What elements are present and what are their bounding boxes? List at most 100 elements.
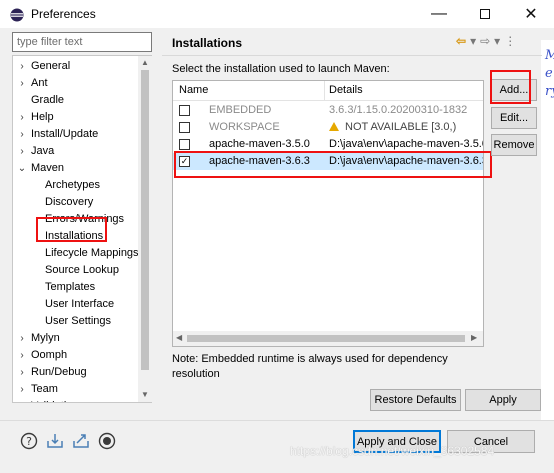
chevron-right-icon[interactable]: ›: [17, 347, 27, 364]
chevron-right-icon[interactable]: ›: [17, 330, 27, 347]
eclipse-app-icon: [10, 8, 24, 22]
help-icon[interactable]: ?: [20, 432, 38, 450]
preferences-tree: › General › Ant Gradle › Help › Install/Update › J…: [12, 55, 152, 403]
footer-divider: [0, 420, 554, 421]
tree-item-install-update[interactable]: › Install/Update: [17, 126, 98, 143]
tree-item-templates[interactable]: Templates: [43, 279, 96, 296]
maximize-icon: [480, 9, 490, 19]
installation-name: EMBEDDED: [209, 104, 272, 116]
tree-item-label: Archetypes: [45, 179, 101, 191]
maximize-button[interactable]: [462, 0, 508, 28]
tree-scrollbar[interactable]: ▲ ▼: [138, 56, 152, 402]
tree-item-discovery[interactable]: Discovery: [43, 194, 94, 211]
add-button[interactable]: Add...: [491, 79, 537, 101]
scroll-up-icon[interactable]: ▲: [141, 58, 149, 67]
tree-item-ant[interactable]: › Ant: [17, 75, 47, 92]
nav-toolbar: ⇦ ▾ ⇨ ▾ ⋮: [456, 34, 516, 48]
tree-item-team[interactable]: › Team: [17, 381, 58, 398]
tree-scroll-thumb[interactable]: [141, 70, 149, 370]
filter-field[interactable]: [12, 32, 152, 52]
tree-item-user-interface[interactable]: User Interface: [43, 296, 114, 313]
tree-item-archetypes[interactable]: Archetypes: [43, 177, 101, 194]
apply-button[interactable]: Apply: [465, 389, 541, 411]
tree-item-label: Gradle: [31, 94, 65, 106]
tree-item-errors-warnings[interactable]: Errors/Warnings: [43, 211, 125, 228]
installation-details-text: D:\java\env\apache-maven-3.5.0: [329, 138, 483, 150]
back-dropdown-icon[interactable]: ▾: [470, 34, 476, 48]
chevron-right-icon[interactable]: ›: [17, 364, 27, 381]
checkbox[interactable]: [179, 139, 190, 150]
table-row[interactable]: ✓ apache-maven-3.6.3 D:\java\env\apache-ma…: [173, 153, 483, 170]
close-button[interactable]: ✕: [508, 0, 554, 28]
tree-item-general[interactable]: › General: [17, 58, 70, 75]
tree-item-label: Errors/Warnings: [45, 213, 125, 225]
record-icon[interactable]: [98, 432, 116, 450]
checkbox[interactable]: [179, 122, 190, 133]
title-bar: Preferences — ✕: [0, 0, 554, 28]
back-arrow-icon[interactable]: ⇦: [456, 34, 466, 48]
tree-item-label: Install/Update: [31, 128, 99, 140]
title-separator: [162, 55, 542, 56]
scroll-right-icon[interactable]: ▶: [471, 333, 477, 342]
tree-item-gradle[interactable]: Gradle: [17, 92, 64, 109]
chevron-right-icon[interactable]: ›: [17, 381, 27, 398]
export-icon[interactable]: [72, 432, 90, 450]
restore-defaults-button[interactable]: Restore Defaults: [370, 389, 461, 411]
remove-button[interactable]: Remove: [491, 134, 537, 156]
forward-arrow-icon[interactable]: ⇨: [480, 34, 490, 48]
close-icon: ✕: [524, 6, 538, 23]
table-row[interactable]: apache-maven-3.5.0 D:\java\env\apache-mav…: [173, 136, 483, 153]
window-title: Preferences: [31, 7, 96, 21]
warning-icon: [329, 122, 339, 131]
tree-item-label: Discovery: [45, 196, 94, 208]
tree-item-run-debug[interactable]: › Run/Debug: [17, 364, 86, 381]
tree-item-help[interactable]: › Help: [17, 109, 53, 126]
edit-button[interactable]: Edit...: [491, 107, 537, 129]
minimize-button[interactable]: —: [416, 0, 462, 28]
column-name-header[interactable]: Name: [179, 84, 208, 96]
tree-item-maven[interactable]: ⌄ Maven: [17, 160, 64, 177]
tree-item-installations[interactable]: Installations: [43, 228, 104, 245]
tree-item-label: Oomph: [31, 349, 68, 361]
checkbox-checked[interactable]: ✓: [179, 156, 190, 167]
table-scroll-thumb[interactable]: [187, 335, 465, 342]
scroll-left-icon[interactable]: ◀: [176, 333, 182, 342]
installation-name: WORKSPACE: [209, 121, 280, 133]
tree-item-source-lookup[interactable]: Source Lookup: [43, 262, 119, 279]
installation-name: apache-maven-3.5.0: [209, 138, 310, 150]
tree-item-validation[interactable]: › Validation: [17, 398, 78, 402]
checkbox[interactable]: [179, 105, 190, 116]
chevron-right-icon[interactable]: ›: [17, 398, 27, 402]
chevron-right-icon[interactable]: ›: [17, 143, 27, 160]
table-row[interactable]: WORKSPACE NOT AVAILABLE [3.0,): [173, 119, 483, 136]
chevron-right-icon[interactable]: ›: [17, 75, 27, 92]
tree-item-oomph[interactable]: › Oomph: [17, 347, 67, 364]
table-row[interactable]: EMBEDDED 3.6.3/1.15.0.20200310-1832: [173, 102, 483, 119]
tree-item-label: Templates: [45, 281, 96, 293]
tree-item-label: Run/Debug: [31, 366, 87, 378]
chevron-right-icon[interactable]: ›: [17, 58, 27, 75]
filter-input[interactable]: [13, 33, 151, 51]
tree-item-user-settings[interactable]: User Settings: [43, 313, 112, 330]
tree-item-label: User Settings: [45, 315, 112, 327]
chevron-right-icon[interactable]: ›: [17, 126, 27, 143]
import-icon[interactable]: [46, 432, 64, 450]
scroll-down-icon[interactable]: ▼: [141, 390, 149, 399]
tree-item-lifecycle-mappings[interactable]: Lifecycle Mappings: [43, 245, 139, 262]
column-details-header[interactable]: Details: [329, 84, 363, 96]
tree-item-label: Installations: [45, 230, 104, 242]
tree-item-label: Source Lookup: [45, 264, 119, 276]
forward-dropdown-icon[interactable]: ▾: [494, 34, 500, 48]
installation-details: D:\java\env\apache-maven-3.5.0: [329, 136, 483, 153]
installation-name: apache-maven-3.6.3: [209, 155, 310, 167]
chevron-right-icon[interactable]: ›: [17, 109, 27, 126]
installation-details-text: NOT AVAILABLE [3.0,): [345, 121, 457, 133]
view-menu-icon[interactable]: ⋮: [504, 34, 516, 48]
tree-item-java[interactable]: › Java: [17, 143, 54, 160]
chevron-down-icon[interactable]: ⌄: [17, 160, 27, 177]
installation-details: D:\java\env\apache-maven-3.6.3: [329, 153, 483, 170]
table-horizontal-scrollbar[interactable]: ◀ ▶: [173, 331, 483, 346]
minimize-icon: —: [431, 5, 447, 22]
tree-item-mylyn[interactable]: › Mylyn: [17, 330, 59, 347]
tree-item-label: Java: [31, 145, 55, 157]
